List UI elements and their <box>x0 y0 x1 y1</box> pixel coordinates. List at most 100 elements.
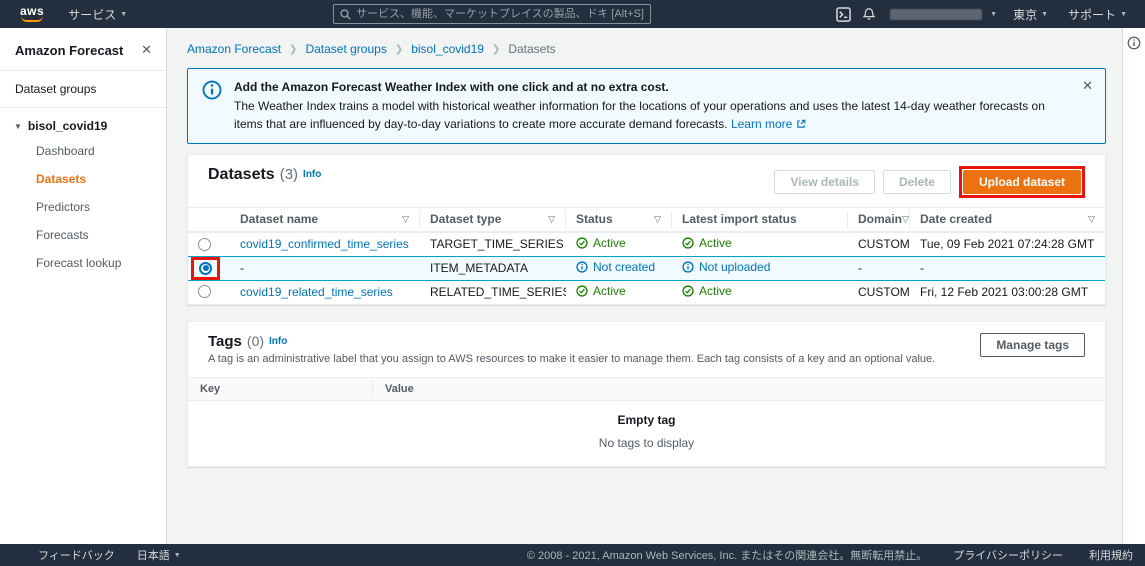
column-dataset-name: Dataset name▽ <box>230 211 420 228</box>
datasets-panel: Datasets (3) Info View details Delete Up… <box>187 154 1106 305</box>
sidebar-item-forecasts[interactable]: Forecasts <box>0 221 166 249</box>
aws-smile-icon <box>21 16 43 22</box>
sidebar-item-predictors[interactable]: Predictors <box>0 193 166 221</box>
table-row-covid19-related[interactable]: covid19_related_time_series RELATED_TIME… <box>188 280 1105 304</box>
feedback-link[interactable]: フィードバック <box>38 547 115 563</box>
check-circle-icon <box>576 285 588 297</box>
datasets-table-header: Dataset name▽ Dataset type▽ Status▽ Late… <box>188 207 1105 232</box>
row-radio-selected[interactable] <box>199 262 212 275</box>
dataset-name-link[interactable]: covid19_related_time_series <box>240 285 393 299</box>
filter-icon[interactable]: ▽ <box>548 214 555 225</box>
table-row-covid19-confirmed[interactable]: covid19_confirmed_time_series TARGET_TIM… <box>188 232 1105 256</box>
breadcrumb-current: Datasets <box>508 42 555 56</box>
terms-link[interactable]: 利用規約 <box>1089 547 1133 563</box>
region-label: 東京 <box>1013 6 1037 23</box>
region-menu[interactable]: 東京 ▼ <box>1003 0 1058 28</box>
column-latest-import-status: Latest import status <box>672 211 848 228</box>
search-icon <box>340 9 351 20</box>
privacy-policy-link[interactable]: プライバシーポリシー <box>953 547 1063 563</box>
sidebar-group-bisol-covid19[interactable]: ▼ bisol_covid19 <box>0 108 166 137</box>
table-row-item-metadata[interactable]: - ITEM_METADATA Not created Not uploaded… <box>188 256 1105 280</box>
row-radio[interactable] <box>198 285 211 298</box>
chevron-down-icon: ▼ <box>1041 11 1048 18</box>
tags-title: Tags <box>208 333 242 350</box>
domain-value: CUSTOM <box>848 285 910 299</box>
services-menu[interactable]: サービス ▼ <box>58 0 137 28</box>
annotation-highlight-upload: Upload dataset <box>959 166 1085 198</box>
support-menu[interactable]: サポート ▼ <box>1058 0 1137 28</box>
sidebar-item-dataset-groups[interactable]: Dataset groups <box>0 71 166 107</box>
upload-dataset-button[interactable]: Upload dataset <box>963 170 1081 194</box>
tags-description: A tag is an administrative label that yo… <box>208 353 935 365</box>
check-circle-icon <box>576 237 588 249</box>
breadcrumb-separator: ❯ <box>492 44 500 55</box>
tags-empty-text: No tags to display <box>188 436 1105 450</box>
account-name-redacted <box>890 9 982 20</box>
row-radio[interactable] <box>198 238 211 251</box>
tags-panel: Tags (0) Info A tag is an administrative… <box>187 321 1106 467</box>
help-panel-collapsed <box>1122 28 1145 544</box>
dataset-type-value: ITEM_METADATA <box>420 261 566 275</box>
import-status-badge: Active <box>682 236 732 250</box>
filter-icon[interactable]: ▽ <box>654 214 661 225</box>
manage-tags-button[interactable]: Manage tags <box>980 333 1085 357</box>
services-menu-label: サービス <box>68 6 116 23</box>
cloudshell-button[interactable] <box>830 0 856 28</box>
sidebar-item-forecast-lookup[interactable]: Forecast lookup <box>0 249 166 277</box>
banner-title: Add the Amazon Forecast Weather Index wi… <box>234 78 1061 97</box>
datasets-info-link[interactable]: Info <box>303 169 321 180</box>
language-selector[interactable]: 日本語 ▼ <box>137 547 181 563</box>
info-circle-icon <box>576 261 588 273</box>
aws-logo[interactable]: aws <box>20 6 44 22</box>
tags-empty-state: Empty tag No tags to display <box>188 401 1105 466</box>
learn-more-label: Learn more <box>731 117 792 131</box>
search-input[interactable] <box>356 8 606 20</box>
account-menu[interactable]: ▼ <box>882 0 1003 28</box>
tags-table-header: Key Value <box>188 377 1105 401</box>
check-circle-icon <box>682 237 694 249</box>
tags-info-link[interactable]: Info <box>269 336 287 347</box>
breadcrumb-dataset-groups[interactable]: Dataset groups <box>305 42 386 56</box>
footer-bar: フィードバック 日本語 ▼ © 2008 - 2021, Amazon Web … <box>0 544 1145 566</box>
side-navigation: Amazon Forecast ✕ Dataset groups ▼ bisol… <box>0 28 167 544</box>
chevron-down-icon: ▼ <box>990 11 997 18</box>
domain-value: CUSTOM <box>848 237 910 251</box>
sidebar-item-datasets[interactable]: Datasets <box>0 165 166 193</box>
dataset-type-value: RELATED_TIME_SERIES <box>420 285 566 299</box>
domain-value: - <box>848 261 910 275</box>
language-label: 日本語 <box>137 547 170 563</box>
weather-index-banner: Add the Amazon Forecast Weather Index wi… <box>187 68 1106 144</box>
global-search[interactable]: [Alt+S] <box>333 4 651 24</box>
dataset-name-link[interactable]: covid19_confirmed_time_series <box>240 237 409 251</box>
sidebar-item-dashboard[interactable]: Dashboard <box>0 137 166 165</box>
delete-button[interactable]: Delete <box>883 170 951 194</box>
main-content: Amazon Forecast ❯ Dataset groups ❯ bisol… <box>167 28 1122 544</box>
breadcrumb-amazon-forecast[interactable]: Amazon Forecast <box>187 42 281 56</box>
info-icon <box>202 80 222 100</box>
filter-icon[interactable]: ▽ <box>902 214 909 225</box>
tags-count: (0) <box>247 333 264 349</box>
external-link-icon <box>796 119 806 129</box>
help-info-icon[interactable] <box>1127 36 1141 50</box>
chevron-down-icon: ▼ <box>14 122 22 131</box>
notifications-bell-icon[interactable] <box>856 0 882 28</box>
view-details-button[interactable]: View details <box>774 170 874 194</box>
status-badge: Active <box>576 284 626 298</box>
learn-more-link[interactable]: Learn more <box>731 117 806 131</box>
sidebar-title: Amazon Forecast <box>15 43 123 58</box>
banner-close-icon[interactable]: ✕ <box>1082 78 1093 94</box>
search-shortcut-hint: [Alt+S] <box>611 8 644 20</box>
column-date-created: Date created▽ <box>910 211 1105 228</box>
datasets-title: Datasets <box>208 166 275 184</box>
annotation-highlight-radio <box>191 257 220 280</box>
import-status-badge: Active <box>682 284 732 298</box>
status-badge: Not created <box>576 260 655 274</box>
info-circle-icon <box>682 261 694 273</box>
sidebar-group-label: bisol_covid19 <box>28 119 107 133</box>
filter-icon[interactable]: ▽ <box>1088 214 1095 225</box>
filter-icon[interactable]: ▽ <box>402 214 409 225</box>
sidebar-close-icon[interactable]: ✕ <box>141 42 152 58</box>
chevron-down-icon: ▼ <box>1120 11 1127 18</box>
chevron-down-icon: ▼ <box>174 552 181 559</box>
breadcrumb-group[interactable]: bisol_covid19 <box>411 42 484 56</box>
